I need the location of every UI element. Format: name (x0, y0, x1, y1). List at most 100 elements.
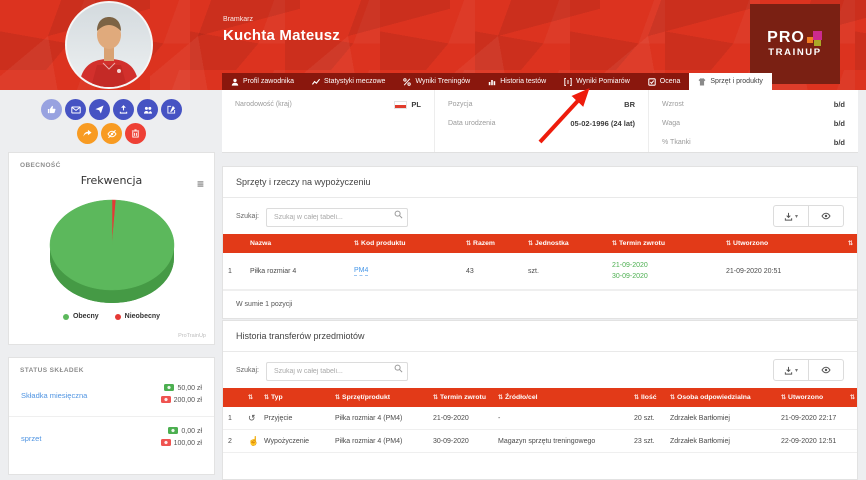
player-photo (65, 1, 153, 89)
transfers-table-row: 1 ↺ Przyjęcie Piłka rozmiar 4 (PM4) 21-0… (223, 407, 857, 430)
transfer-history-card: Historia transferów przedmiotów Szukaj: … (222, 320, 858, 480)
attendance-card-label: OBECNOŚĆ (9, 153, 214, 169)
column-visibility-button[interactable] (808, 360, 843, 380)
transfers-card-title: Historia transferów przedmiotów (223, 321, 857, 352)
tissue-label: % Tkanki (662, 139, 691, 146)
col-zrodlo-cel[interactable]: ⇅Źródło/cel (493, 388, 629, 407)
envelope-icon (71, 105, 81, 115)
edit-pencil-icon (167, 105, 176, 114)
col-extra[interactable]: ⇅ (843, 234, 857, 253)
fee-link-monthly[interactable]: Składka miesięczna (21, 391, 87, 400)
player-action-buttons (8, 99, 215, 147)
export-download-button[interactable]: ▾ (774, 360, 808, 380)
tab-wyniki-treningow[interactable]: Wyniki Treningów (394, 73, 479, 90)
check-square-icon (648, 78, 656, 86)
col-ilosc[interactable]: ⇅Ilość (629, 388, 665, 407)
search-icon (394, 210, 403, 219)
transfers-search-input[interactable] (266, 362, 408, 381)
legend-dot-red (115, 314, 121, 320)
product-code-link[interactable]: PM4 (354, 266, 368, 276)
send-message-button[interactable] (89, 99, 110, 120)
sort-icon: ⇅ (634, 395, 639, 401)
column-visibility-button[interactable] (808, 206, 843, 226)
attendance-pie-chart (9, 189, 214, 311)
sort-icon: ⇅ (781, 395, 786, 401)
fee-item-equipment: sprzet 0,00 zł 100,00 zł (9, 416, 214, 459)
col-nazwa[interactable]: Nazwa (245, 234, 349, 253)
poland-flag-icon (394, 101, 407, 109)
tab-profil-zawodnika[interactable]: Profil zawodnika (222, 73, 303, 90)
chart-menu-icon[interactable]: ≡ (197, 179, 204, 189)
birthdate-value: 05-02-1996 (24 lat) (570, 119, 635, 128)
row-index: 1 (223, 407, 243, 430)
due-banknote-icon (161, 396, 171, 403)
tab-statystyki-meczowe[interactable]: Statystyki meczowe (303, 73, 394, 90)
sort-icon: ⇅ (612, 241, 617, 247)
player-equipment-page: { "header": { "role": "Bramkarz", "name"… (0, 0, 866, 433)
sort-icon: ⇅ (848, 241, 853, 247)
col-kod-produktu[interactable]: ⇅Kod produktu (349, 234, 461, 253)
col-typ[interactable]: ⇅Typ (259, 388, 330, 407)
col-razem[interactable]: ⇅Razem (461, 234, 523, 253)
sort-icon: ⇅ (248, 395, 253, 401)
position-value: BR (624, 100, 635, 109)
legend-item-nieobecny[interactable]: Nieobecny (115, 313, 160, 320)
calipers-icon (564, 78, 572, 86)
nationality-label: Narodowość (kraj) (235, 101, 292, 108)
equipment-search-input[interactable] (266, 208, 408, 227)
equipment-on-loan-card: Sprzęty i rzeczy na wypożyczeniu Szukaj:… (222, 166, 858, 319)
edit-button[interactable] (161, 99, 182, 120)
eye-icon (821, 365, 831, 375)
share-button[interactable] (77, 123, 98, 144)
attendance-card: OBECNOŚĆ Frekwencja ≡ Obecny Nieobecny P… (8, 152, 215, 345)
users-button[interactable] (137, 99, 158, 120)
weight-label: Waga (662, 120, 680, 127)
trash-icon (131, 129, 140, 138)
item-created: 21-09-2020 20:51 (721, 253, 843, 290)
fee-link-equipment[interactable]: sprzet (21, 434, 41, 443)
line-chart-icon (312, 78, 320, 86)
col-type-icon[interactable]: ⇅ (243, 388, 259, 407)
col-extra[interactable]: ⇅ (845, 388, 857, 407)
logo-squares-icon (807, 31, 823, 46)
export-download-button[interactable]: ▾ (774, 206, 808, 226)
download-icon (784, 212, 793, 221)
sort-icon: ⇅ (354, 241, 359, 247)
col-osoba-odpowiedzialna[interactable]: ⇅Osoba odpowiedzialna (665, 388, 776, 407)
hide-visibility-button[interactable] (101, 123, 122, 144)
equipment-table-header: Nazwa ⇅Kod produktu ⇅Razem ⇅Jednostka ⇅T… (223, 234, 857, 253)
tab-wyniki-pomiarow[interactable]: Wyniki Pomiarów (555, 73, 639, 90)
col-termin-zwrotu[interactable]: ⇅Termin zwrotu (428, 388, 493, 407)
col-utworzono[interactable]: ⇅Utworzono (776, 388, 845, 407)
position-label: Pozycja (448, 101, 473, 108)
transfer-type: Przyjęcie (259, 407, 330, 430)
tshirt-icon (698, 78, 706, 86)
nationality-value: PL (394, 100, 421, 109)
upload-button[interactable] (113, 99, 134, 120)
height-label: Wzrost (662, 101, 684, 108)
search-icon (394, 364, 403, 373)
sort-icon: ⇅ (264, 395, 269, 401)
transfer-source: - (493, 407, 629, 430)
legend-item-obecny[interactable]: Obecny (63, 313, 99, 320)
tab-historia-testow[interactable]: Historia testów (479, 73, 555, 90)
protrainup-logo: PRO TRAINUP (750, 4, 840, 84)
item-unit: szt. (523, 253, 607, 290)
person-icon (231, 78, 239, 86)
tab-sprzet-i-produkty[interactable]: Sprzęt i produkty (689, 73, 772, 90)
col-jednostka[interactable]: ⇅Jednostka (523, 234, 607, 253)
email-button[interactable] (65, 99, 86, 120)
tab-ocena[interactable]: Ocena (639, 73, 690, 90)
paid-banknote-icon (164, 384, 174, 391)
download-icon (784, 366, 793, 375)
fee-item-monthly: Składka miesięczna 50,00 zł 200,00 zł (9, 374, 214, 416)
col-sprzet-produkt[interactable]: ⇅Sprzęt/produkt (330, 388, 428, 407)
transfer-return-date: 21-09-2020 (428, 407, 493, 430)
return-dates: 21-09-2020 30-09-2020 (607, 253, 721, 290)
users-icon (143, 105, 153, 115)
col-termin-zwrotu[interactable]: ⇅Termin zwrotu (607, 234, 721, 253)
thumbs-up-button[interactable] (41, 99, 62, 120)
col-utworzono[interactable]: ⇅Utworzono (721, 234, 843, 253)
equipment-table-tools: ▾ (773, 205, 844, 227)
delete-button[interactable] (125, 123, 146, 144)
